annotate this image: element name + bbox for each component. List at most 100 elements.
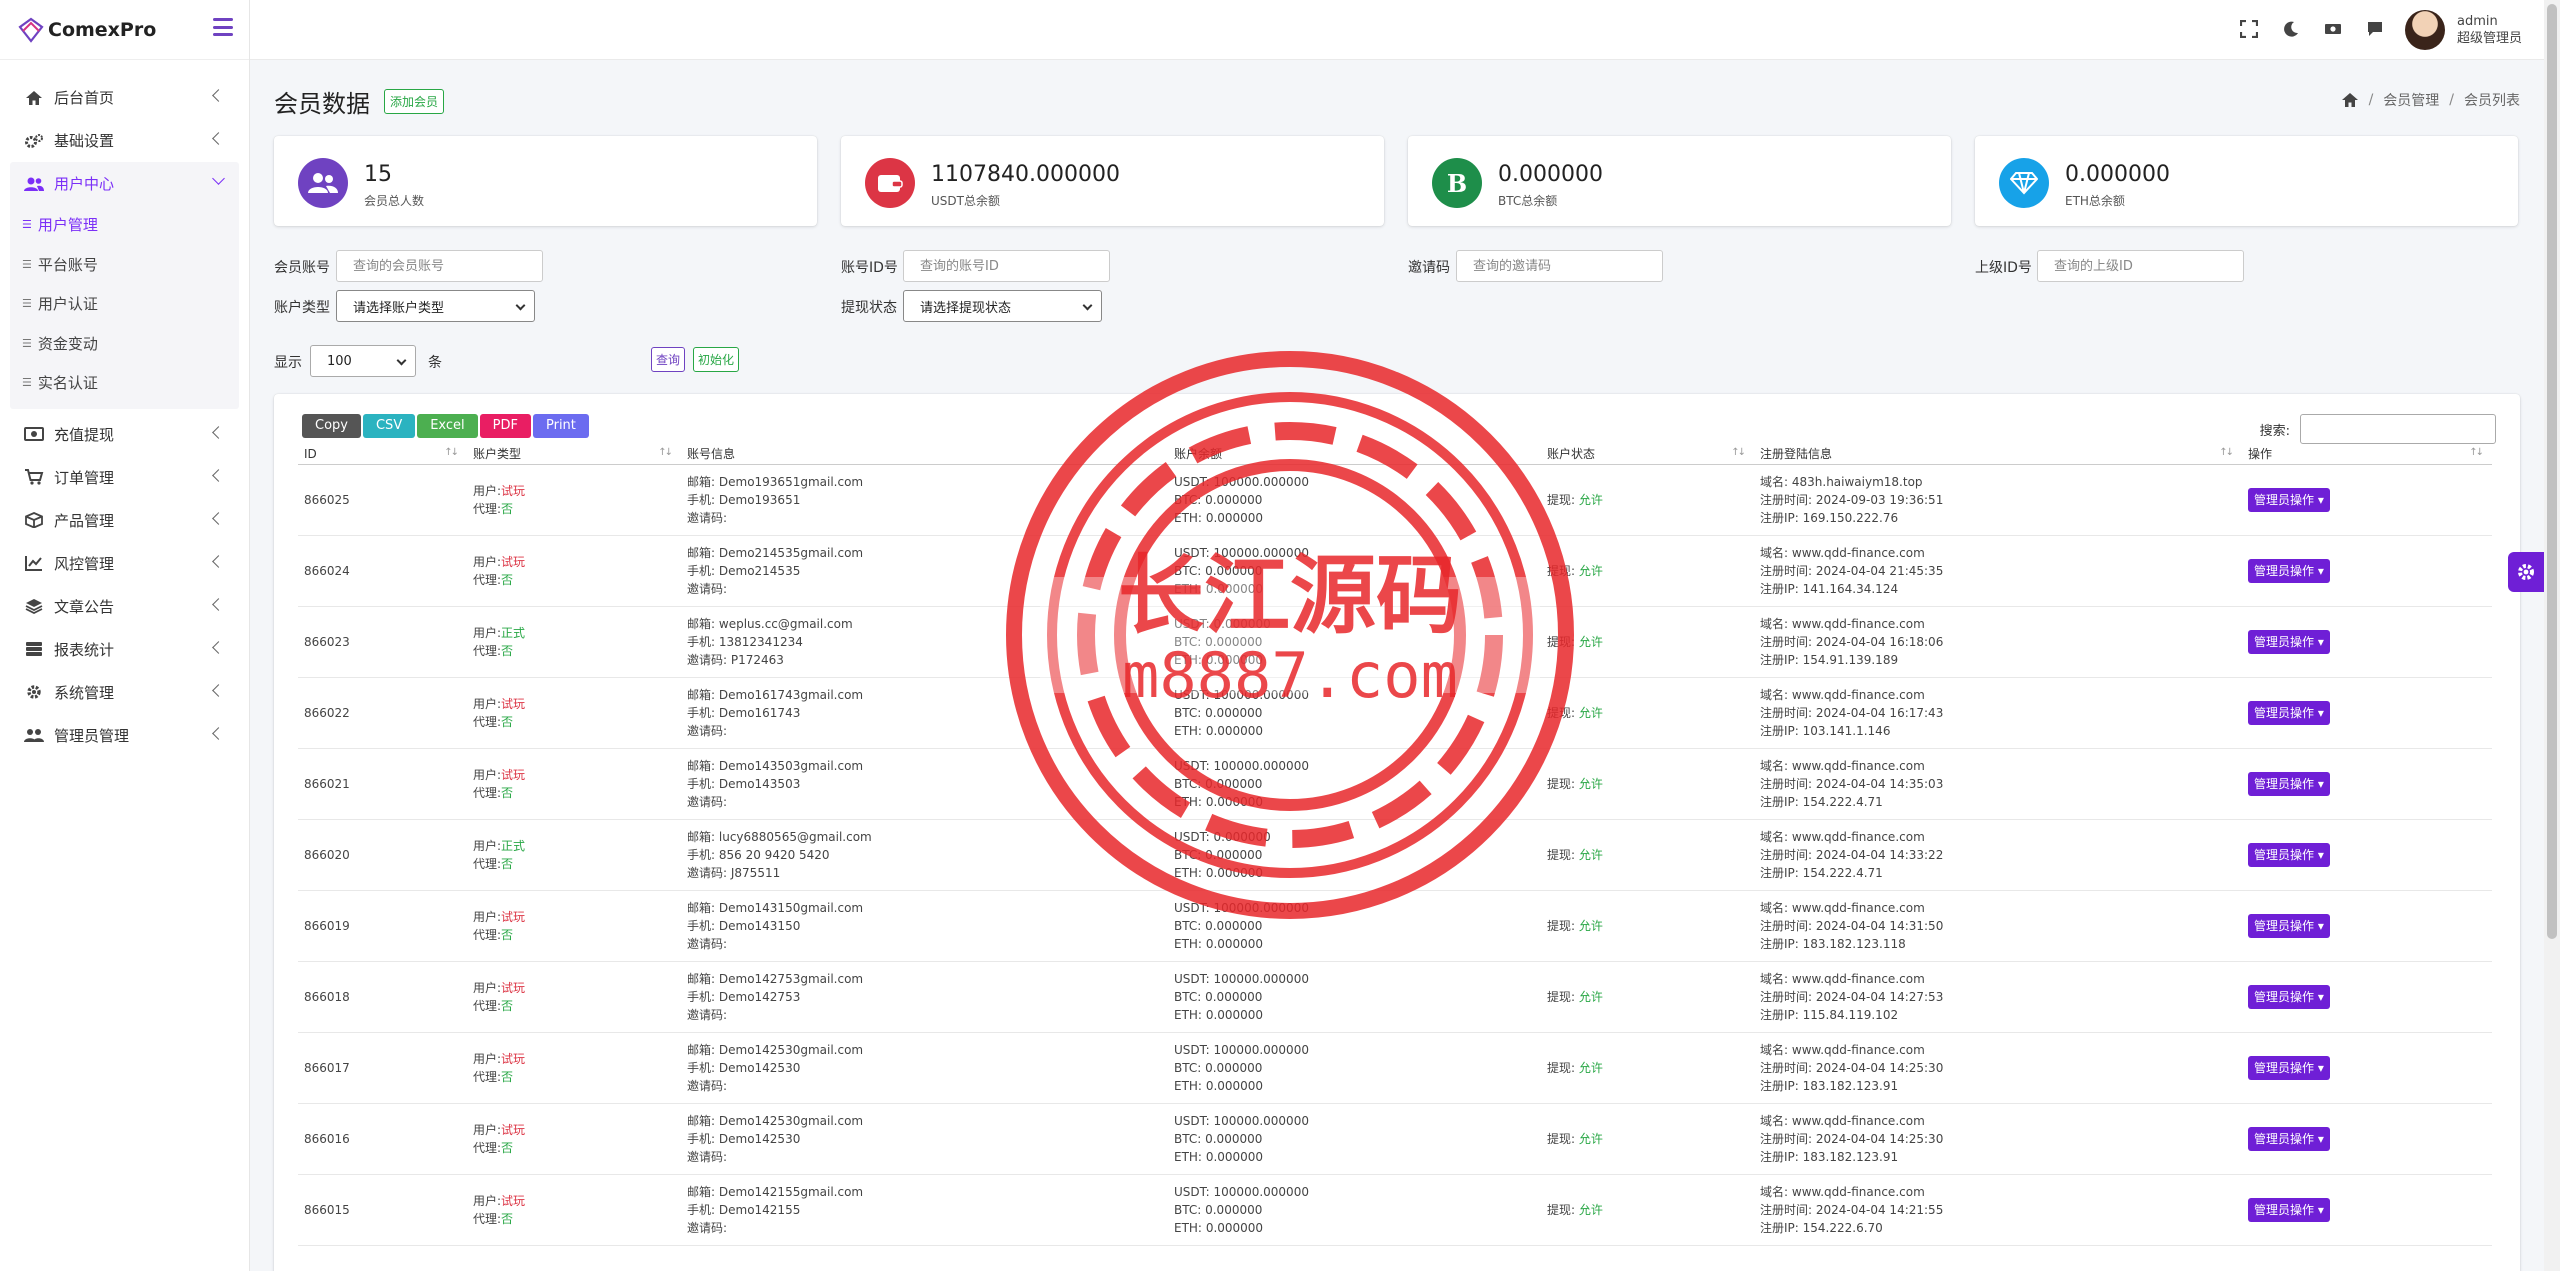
reg-ip-value: 154.222.4.71 xyxy=(1802,865,1883,880)
email-value: Demo143503gmail.com xyxy=(718,758,864,773)
sidebar-item-user-center[interactable]: 用户中心 xyxy=(10,162,239,205)
col-header-register-info[interactable]: 注册登陆信息 ↑↓ xyxy=(1754,444,2242,465)
sidebar-item-admins[interactable]: 管理员管理 xyxy=(0,714,249,757)
cart-icon xyxy=(24,468,44,486)
email-value: lucy6880565@gmail.com xyxy=(718,829,872,844)
reg-ip-value: 141.164.34.124 xyxy=(1802,581,1899,596)
sidebar-item-risk[interactable]: 风控管理 xyxy=(0,542,249,585)
list-icon: ☰ xyxy=(22,336,32,350)
print-button[interactable]: Print xyxy=(532,414,589,438)
money-bill-icon[interactable] xyxy=(2324,20,2342,38)
user-menu[interactable]: admin 超级管理员 xyxy=(2404,10,2522,50)
scrollbar-thumb[interactable] xyxy=(2547,4,2557,939)
sidebar-item-orders[interactable]: 订单管理 xyxy=(0,456,249,499)
cell-id: 866022 xyxy=(298,677,467,749)
withdraw-value: 允许 xyxy=(1578,634,1603,649)
invite-search-input[interactable] xyxy=(1456,250,1663,282)
admin-action-dropdown[interactable]: 管理员操作 ▾ xyxy=(2248,1055,2330,1080)
email-value: Demo142530gmail.com xyxy=(718,1113,864,1128)
sidebar-item-articles[interactable]: 文章公告 xyxy=(0,585,249,628)
admin-action-dropdown[interactable]: 管理员操作 ▾ xyxy=(2248,487,2330,512)
settings-float-button[interactable] xyxy=(2508,552,2544,592)
agent-value: 否 xyxy=(501,1069,514,1084)
excel-button[interactable]: Excel xyxy=(417,414,478,438)
admin-action-dropdown[interactable]: 管理员操作 ▾ xyxy=(2248,842,2330,867)
menu-toggle-icon[interactable] xyxy=(213,18,233,36)
sidebar-item-deposit-withdraw[interactable]: 充值提现 xyxy=(0,413,249,456)
sidebar-item-label: 管理员管理 xyxy=(54,726,130,745)
home-icon[interactable] xyxy=(2341,92,2359,108)
sidebar-subitem-fund-changes[interactable]: ☰ 资金变动 xyxy=(10,324,239,364)
phone-value: Demo214535 xyxy=(718,563,801,578)
fullscreen-icon[interactable] xyxy=(2240,20,2258,38)
withdraw-value: 允许 xyxy=(1578,1131,1603,1146)
admin-action-dropdown[interactable]: 管理员操作 ▾ xyxy=(2248,1126,2330,1151)
pdf-button[interactable]: PDF xyxy=(479,414,531,438)
col-header-account-info[interactable]: 账号信息 xyxy=(681,444,1168,465)
admin-action-dropdown[interactable]: 管理员操作 ▾ xyxy=(2248,700,2330,725)
breadcrumb-member-management[interactable]: 会员管理 xyxy=(2383,90,2439,110)
sidebar-subitem-user-verification[interactable]: ☰ 用户认证 xyxy=(10,284,239,324)
admin-action-dropdown[interactable]: 管理员操作 ▾ xyxy=(2248,984,2330,1009)
table-search-input[interactable] xyxy=(2300,414,2496,444)
sidebar-subitem-user-management[interactable]: ☰ 用户管理 xyxy=(10,205,239,245)
subitem-label: 平台账号 xyxy=(37,255,98,274)
admin-action-dropdown[interactable]: 管理员操作 ▾ xyxy=(2248,1197,2330,1222)
cell-account-info: 邮箱: Demo214535gmail.com 手机: Demo214535 邀请码… xyxy=(681,535,1168,607)
cell-account-info: 邮箱: Demo161743gmail.com 手机: Demo161743 邀请码… xyxy=(681,677,1168,749)
bitcoin-icon: B xyxy=(1432,158,1482,208)
table-row: 866022 用户:试玩 代理:否 邮箱: Demo161743gmail.com 手机… xyxy=(298,677,2492,749)
col-header-balance[interactable]: 账户余额 xyxy=(1168,444,1541,465)
csv-button[interactable]: CSV xyxy=(362,414,416,438)
user-type-value: 试玩 xyxy=(501,1051,526,1066)
cell-register-info: 域名: www.qdd-finance.com 注册时间: 2024-04-04 … xyxy=(1754,535,2242,607)
comment-icon[interactable] xyxy=(2366,20,2384,38)
page-size-select[interactable]: 100 xyxy=(310,345,416,377)
cell-register-info: 域名: www.qdd-finance.com 注册时间: 2024-04-04 … xyxy=(1754,961,2242,1033)
breadcrumb: / 会员管理 / 会员列表 xyxy=(2341,90,2520,110)
copy-button[interactable]: Copy xyxy=(302,414,361,438)
account-search-input[interactable] xyxy=(336,250,543,282)
page-scrollbar[interactable] xyxy=(2544,0,2560,1271)
account-type-select[interactable]: 请选择账户类型 xyxy=(336,290,535,322)
cell-register-info: 域名: www.qdd-finance.com 注册时间: 2024-04-04 … xyxy=(1754,1103,2242,1175)
agent-value: 否 xyxy=(501,998,514,1013)
gear-icon xyxy=(2518,564,2534,580)
col-header-id[interactable]: ID ↑↓ xyxy=(298,444,467,465)
parent-id-search-input[interactable] xyxy=(2037,250,2244,282)
withdraw-value: 允许 xyxy=(1578,989,1603,1004)
withdraw-value: 允许 xyxy=(1578,847,1603,862)
table-row: 866024 用户:试玩 代理:否 邮箱: Demo214535gmail.com 手机… xyxy=(298,535,2492,607)
col-header-actions[interactable]: 操作 ↑↓ xyxy=(2242,444,2492,465)
admin-action-dropdown[interactable]: 管理员操作 ▾ xyxy=(2248,558,2330,583)
sidebar-item-label: 文章公告 xyxy=(54,597,115,616)
cell-actions: 管理员操作 ▾ xyxy=(2242,1174,2492,1246)
avatar[interactable] xyxy=(2404,10,2445,50)
reg-ip-value: 183.182.123.118 xyxy=(1802,936,1906,951)
user-type-value: 正式 xyxy=(501,838,526,853)
reset-button[interactable]: 初始化 xyxy=(693,347,740,372)
sidebar-subitem-real-name[interactable]: ☰ 实名认证 xyxy=(10,363,239,403)
sidebar-subitem-platform-accounts[interactable]: ☰ 平台账号 xyxy=(10,245,239,285)
sidebar-item-basic-settings[interactable]: 基础设置 xyxy=(0,119,249,162)
col-header-status[interactable]: 账户状态 ↑↓ xyxy=(1541,444,1754,465)
email-value: weplus.cc@gmail.com xyxy=(718,616,853,631)
subitem-label: 资金变动 xyxy=(37,334,98,353)
id-search-input[interactable] xyxy=(903,250,1110,282)
cell-status: 提现: 允许 xyxy=(1541,748,1754,820)
moon-icon[interactable] xyxy=(2282,20,2300,38)
admin-action-dropdown[interactable]: 管理员操作 ▾ xyxy=(2248,913,2330,938)
admin-action-dropdown[interactable]: 管理员操作 ▾ xyxy=(2248,629,2330,654)
eth-value: 0.000000 xyxy=(1205,794,1264,809)
sidebar-item-reports[interactable]: 报表统计 xyxy=(0,628,249,671)
query-button[interactable]: 查询 xyxy=(651,347,686,372)
col-header-account-type[interactable]: 账户类型 ↑↓ xyxy=(467,444,681,465)
sidebar-item-system[interactable]: 系统管理 xyxy=(0,671,249,714)
sidebar-item-products[interactable]: 产品管理 xyxy=(0,499,249,542)
cell-account-info: 邮箱: Demo143503gmail.com 手机: Demo143503 邀请码… xyxy=(681,748,1168,820)
admin-action-dropdown[interactable]: 管理员操作 ▾ xyxy=(2248,771,2330,796)
add-member-button[interactable]: 添加会员 xyxy=(384,89,445,114)
withdraw-status-select[interactable]: 请选择提现状态 xyxy=(903,290,1102,322)
sidebar-item-dashboard[interactable]: 后台首页 xyxy=(0,76,249,119)
cell-balance: USDT: 100000.000000 BTC: 0.000000 ETH: 0.0… xyxy=(1168,1032,1541,1104)
